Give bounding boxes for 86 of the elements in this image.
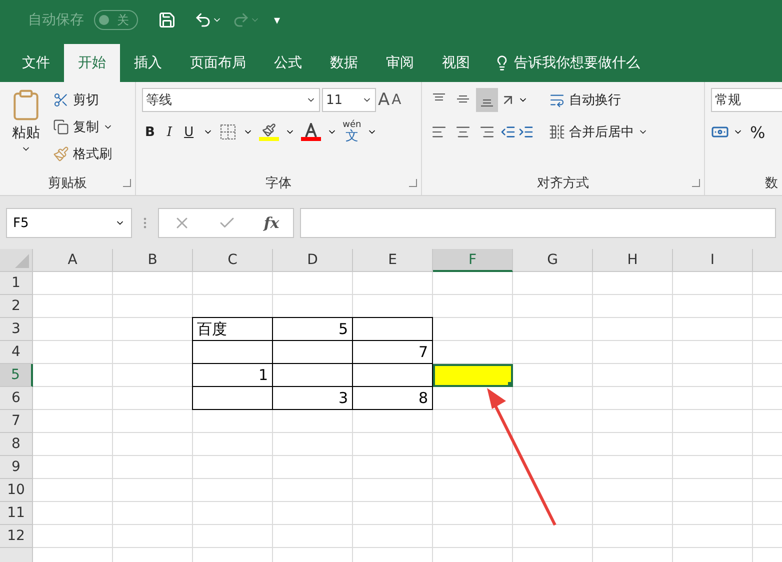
insert-function-button[interactable]: fx [264,214,280,232]
align-center-icon[interactable] [455,124,471,140]
column-header[interactable]: G [513,249,593,272]
group-label: 数 [764,175,778,192]
column-header[interactable]: C [193,249,273,272]
column-header[interactable]: D [273,249,353,272]
cell[interactable]: 5 [273,317,353,341]
font-name-field[interactable]: 等线 [142,88,320,112]
row-header[interactable]: 2 [0,295,33,318]
align-button[interactable] [476,88,498,112]
row-header[interactable]: 7 [0,410,33,433]
decrease-indent-icon[interactable] [500,124,516,140]
row-header[interactable]: 4 [0,341,33,364]
ribbon-tab[interactable]: 审阅 [372,44,428,82]
align-right-icon[interactable] [479,124,495,140]
formula-field[interactable] [300,208,776,238]
tell-me-field[interactable]: 告诉我你想要做什么 [514,54,640,72]
ribbon-tab[interactable]: 文件 [8,44,64,82]
column-header[interactable]: B [113,249,193,272]
font-color-icon[interactable] [300,123,321,141]
row-header[interactable]: 1 [0,272,33,295]
ribbon-tab[interactable]: 数据 [316,44,372,82]
wrap-text-button[interactable]: 自动换行 [546,88,651,112]
percent-button[interactable]: % [747,120,768,144]
column-header[interactable]: A [33,249,113,272]
column-header[interactable]: E [353,249,433,272]
italic-button[interactable]: I [164,120,176,144]
autosave-label: 自动保存 [28,11,84,29]
group-label: 剪贴板 [47,175,88,192]
row-header[interactable]: 5 [0,364,33,387]
row-header[interactable]: 8 [0,433,33,456]
cell[interactable] [273,341,353,364]
cell[interactable] [353,317,433,341]
ribbon-tab[interactable]: 视图 [428,44,484,82]
align-left-icon[interactable] [431,124,447,140]
scissors-icon[interactable] [53,92,69,108]
launcher-icon[interactable] [123,179,131,187]
format-painter-button[interactable]: 格式刷 [50,142,116,166]
row-header[interactable]: 11 [0,502,33,525]
column-header[interactable]: H [593,249,673,272]
cell[interactable] [192,387,273,410]
cell[interactable]: 8 [353,387,433,410]
customize-toolbar-button[interactable]: ▾ [274,13,280,27]
fill-handle[interactable] [508,382,513,387]
merge-center-button[interactable]: 合并后居中 [546,120,651,144]
decrease-font-button[interactable]: A [392,92,402,108]
group-label: 对齐方式 [536,175,590,192]
row-header[interactable]: 3 [0,318,33,341]
row-header[interactable]: 12 [0,525,33,548]
cell[interactable]: 7 [353,341,433,364]
fill-color-icon[interactable] [258,123,279,141]
number-format-field[interactable]: 常规 [711,88,782,112]
cell[interactable] [273,364,353,387]
ribbon-tab[interactable]: 公式 [260,44,316,82]
cut-button[interactable]: 剪切 [50,88,116,112]
font-size-field[interactable]: 11 [322,88,376,112]
borders-icon[interactable] [218,123,237,141]
column-header[interactable]: I [673,249,753,272]
cell[interactable]: 3 [273,387,353,410]
underline-button[interactable]: U [181,120,197,144]
launcher-icon[interactable] [692,179,700,187]
cell[interactable]: 1 [192,364,273,387]
copy-button[interactable]: 复制 [50,115,116,139]
cell[interactable]: 百度 [192,317,273,341]
increase-font-button[interactable]: A [378,90,390,110]
wrap-text-icon[interactable] [549,92,565,108]
active-cell[interactable] [433,364,513,387]
cell[interactable] [192,341,273,364]
row-header[interactable]: 9 [0,456,33,479]
row-header[interactable]: 10 [0,479,33,502]
row-header[interactable]: 6 [0,387,33,410]
launcher-icon[interactable] [409,179,417,187]
bold-button[interactable]: B [142,120,158,144]
group-label: 字体 [264,175,292,192]
paste-button[interactable]: 粘贴 [6,88,46,171]
increase-indent-icon[interactable] [518,124,534,140]
save-icon[interactable] [158,11,176,29]
column-header[interactable]: F [433,249,513,272]
phonetic-guide-button[interactable]: wén 文 [342,121,362,143]
undo-icon[interactable] [194,11,212,29]
ribbon-tab[interactable]: 开始 [64,44,120,82]
ribbon-tab[interactable]: 插入 [120,44,176,82]
copy-icon[interactable] [53,119,69,135]
merge-icon[interactable] [549,124,565,140]
ribbon-tab[interactable]: 页面布局 [176,44,260,82]
name-box[interactable]: F5 [6,208,132,238]
